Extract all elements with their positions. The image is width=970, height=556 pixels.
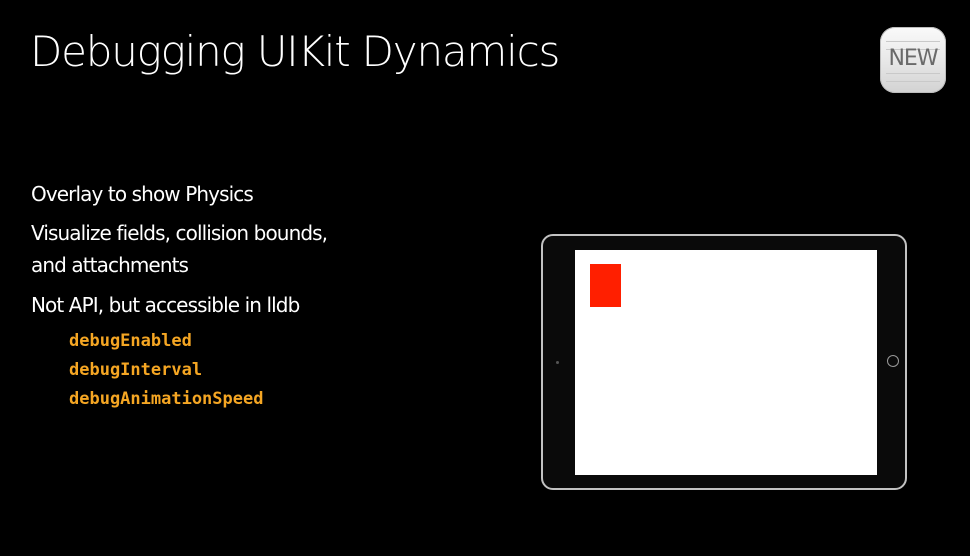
bullet-visualize-line-1: Visualize fields, collision bounds, xyxy=(31,221,328,245)
bullet-overlay: Overlay to show Physics xyxy=(31,182,254,206)
code-debug-interval: debugInterval xyxy=(69,360,203,380)
camera-dot-icon xyxy=(556,361,559,364)
bullet-visualize: Visualize fields, collision bounds, and … xyxy=(31,217,431,281)
red-dynamic-view xyxy=(590,264,621,307)
code-debug-animation-speed: debugAnimationSpeed xyxy=(69,389,264,409)
bullet-visualize-line-2: and attachments xyxy=(31,253,189,277)
home-button-icon xyxy=(887,355,899,367)
ipad-screen xyxy=(575,250,877,475)
new-badge-label: NEW xyxy=(888,46,938,71)
new-badge-icon: NEW xyxy=(880,27,946,93)
slide-title: Debugging UIKit Dynamics xyxy=(30,27,560,76)
code-debug-enabled: debugEnabled xyxy=(69,331,192,351)
bullet-not-api: Not API, but accessible in lldb xyxy=(31,293,300,317)
slide: Debugging UIKit Dynamics NEW Overlay to … xyxy=(0,0,970,556)
bullet-list: Overlay to show Physics Visualize fields… xyxy=(31,178,431,414)
ipad-device xyxy=(541,234,907,490)
